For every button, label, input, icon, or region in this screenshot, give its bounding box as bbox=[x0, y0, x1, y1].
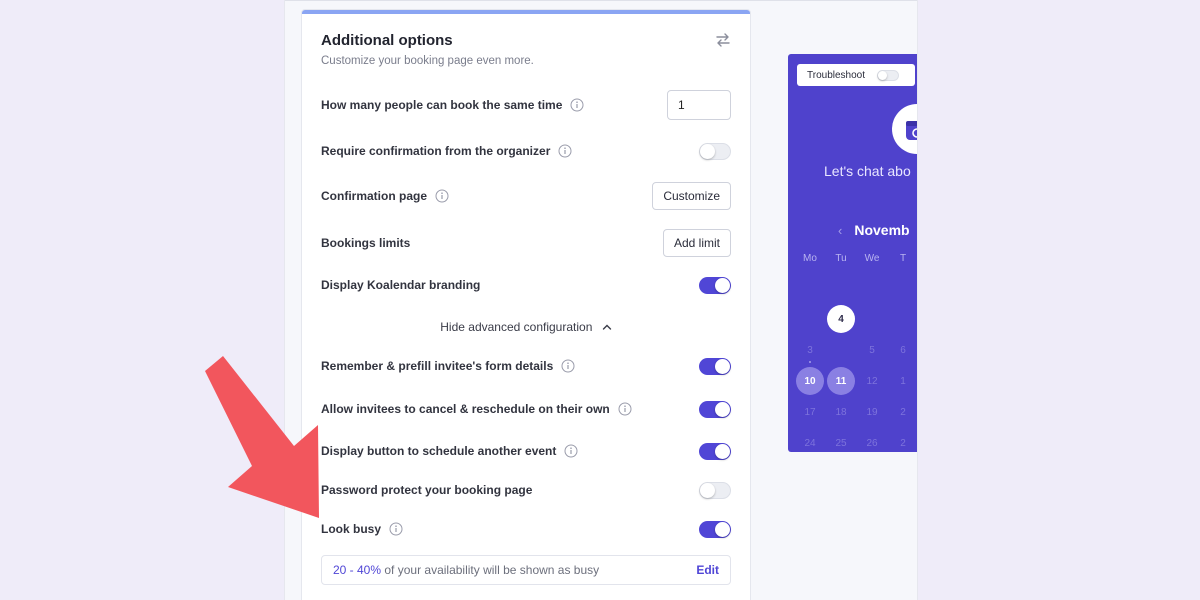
additional-options-card: Additional options Customize your bookin… bbox=[301, 9, 751, 600]
confirmation-page-label: Confirmation page bbox=[321, 189, 428, 203]
calendar-day: 12 bbox=[866, 375, 878, 387]
weekday-label: We bbox=[864, 253, 880, 264]
info-icon[interactable] bbox=[618, 402, 632, 416]
weekday-label: Mo bbox=[803, 253, 817, 264]
card-accent-bar bbox=[302, 10, 750, 14]
month-label: Novemb bbox=[854, 222, 910, 238]
weekday-label: Tu bbox=[835, 253, 847, 264]
row-look-busy: Look busy bbox=[321, 512, 731, 546]
calendar-day[interactable]: 4 bbox=[827, 305, 855, 333]
prefill-toggle[interactable] bbox=[699, 357, 731, 375]
calendar-day: 19 bbox=[866, 406, 878, 418]
calendar-day: 6 bbox=[900, 344, 906, 356]
busy-note: 20 - 40% of your availability will be sh… bbox=[321, 555, 731, 585]
calendar-day: 18 bbox=[835, 406, 847, 418]
seats-input[interactable] bbox=[667, 90, 731, 120]
row-require-confirmation: Require confirmation from the organizer bbox=[321, 134, 731, 168]
calendar-day: 2 bbox=[900, 406, 906, 418]
booking-limits-label: Bookings limits bbox=[321, 236, 411, 250]
row-booking-limits: Bookings limits Add limit bbox=[321, 226, 731, 260]
chevron-up-icon bbox=[602, 324, 611, 330]
password-protect-label: Password protect your booking page bbox=[321, 483, 533, 497]
chevron-left-icon[interactable]: ‹ bbox=[838, 223, 842, 238]
troubleshoot-toggle[interactable] bbox=[877, 69, 899, 81]
weekday-label: T bbox=[899, 253, 907, 264]
branding-toggle[interactable] bbox=[699, 276, 731, 294]
troubleshoot-control: Troubleshoot bbox=[797, 64, 915, 86]
look-busy-toggle[interactable] bbox=[699, 520, 731, 538]
busy-range: 20 - 40% bbox=[333, 563, 382, 577]
swap-arrows-icon[interactable] bbox=[714, 31, 732, 49]
hide-advanced-config-button[interactable]: Hide advanced configuration bbox=[302, 320, 750, 334]
troubleshoot-label: Troubleshoot bbox=[807, 69, 865, 81]
row-branding: Display Koalendar branding bbox=[321, 268, 731, 302]
calendar-icon bbox=[906, 121, 917, 140]
app-screen: Additional options Customize your bookin… bbox=[284, 0, 918, 600]
month-nav: ‹ Novemb bbox=[838, 222, 910, 238]
calendar-day: 1 bbox=[900, 375, 906, 387]
card-subtitle: Customize your booking page even more. bbox=[321, 55, 534, 67]
password-protect-toggle[interactable] bbox=[699, 481, 731, 499]
row-prefill: Remember & prefill invitee's form detail… bbox=[321, 349, 731, 383]
calendar-day: 26 bbox=[866, 437, 878, 449]
require-confirmation-label: Require confirmation from the organizer bbox=[321, 144, 551, 158]
calendar-day: 3 bbox=[796, 336, 824, 364]
branding-label: Display Koalendar branding bbox=[321, 278, 481, 292]
customize-button[interactable]: Customize bbox=[652, 182, 731, 210]
row-confirmation-page: Confirmation page Customize bbox=[321, 179, 731, 213]
info-icon[interactable] bbox=[570, 98, 584, 112]
schedule-another-toggle[interactable] bbox=[699, 442, 731, 460]
calendar-day: 25 bbox=[835, 437, 847, 449]
add-limit-button[interactable]: Add limit bbox=[662, 229, 731, 257]
cancel-reschedule-label: Allow invitees to cancel & reschedule on… bbox=[321, 402, 610, 416]
info-icon[interactable] bbox=[564, 444, 578, 458]
calendar-day: 2 bbox=[900, 437, 906, 449]
look-busy-label: Look busy bbox=[321, 522, 382, 536]
seats-label: How many people can book the same time bbox=[321, 98, 563, 112]
cancel-reschedule-toggle[interactable] bbox=[699, 400, 731, 418]
calendar-day: 24 bbox=[804, 437, 816, 449]
row-password-protect: Password protect your booking page bbox=[321, 473, 731, 507]
event-title: Let's chat abo bbox=[824, 163, 911, 179]
schedule-another-label: Display button to schedule another event bbox=[321, 444, 557, 458]
info-icon[interactable] bbox=[558, 144, 572, 158]
prefill-label: Remember & prefill invitee's form detail… bbox=[321, 359, 554, 373]
info-icon[interactable] bbox=[389, 522, 403, 536]
require-confirmation-toggle[interactable] bbox=[699, 142, 731, 160]
busy-text: of your availability will be shown as bu… bbox=[384, 563, 600, 577]
calendar-day: 5 bbox=[869, 344, 875, 356]
card-title: Additional options bbox=[321, 32, 453, 49]
row-seats: How many people can book the same time bbox=[321, 88, 731, 122]
calendar-day[interactable]: 10 bbox=[796, 367, 824, 395]
calendar-day: 17 bbox=[804, 406, 816, 418]
row-cancel-reschedule: Allow invitees to cancel & reschedule on… bbox=[321, 392, 731, 426]
advanced-toggle-label: Hide advanced configuration bbox=[440, 320, 593, 334]
info-icon[interactable] bbox=[561, 359, 575, 373]
edit-busy-link[interactable]: Edit bbox=[696, 563, 719, 577]
calendar-day[interactable]: 11 bbox=[827, 367, 855, 395]
row-schedule-another: Display button to schedule another event bbox=[321, 434, 731, 468]
top-border bbox=[285, 0, 917, 1]
calendar-logo-avatar bbox=[892, 104, 917, 154]
info-icon[interactable] bbox=[435, 189, 449, 203]
booking-preview: Troubleshoot Let's chat abo ‹ Novemb Mo T… bbox=[788, 54, 917, 452]
